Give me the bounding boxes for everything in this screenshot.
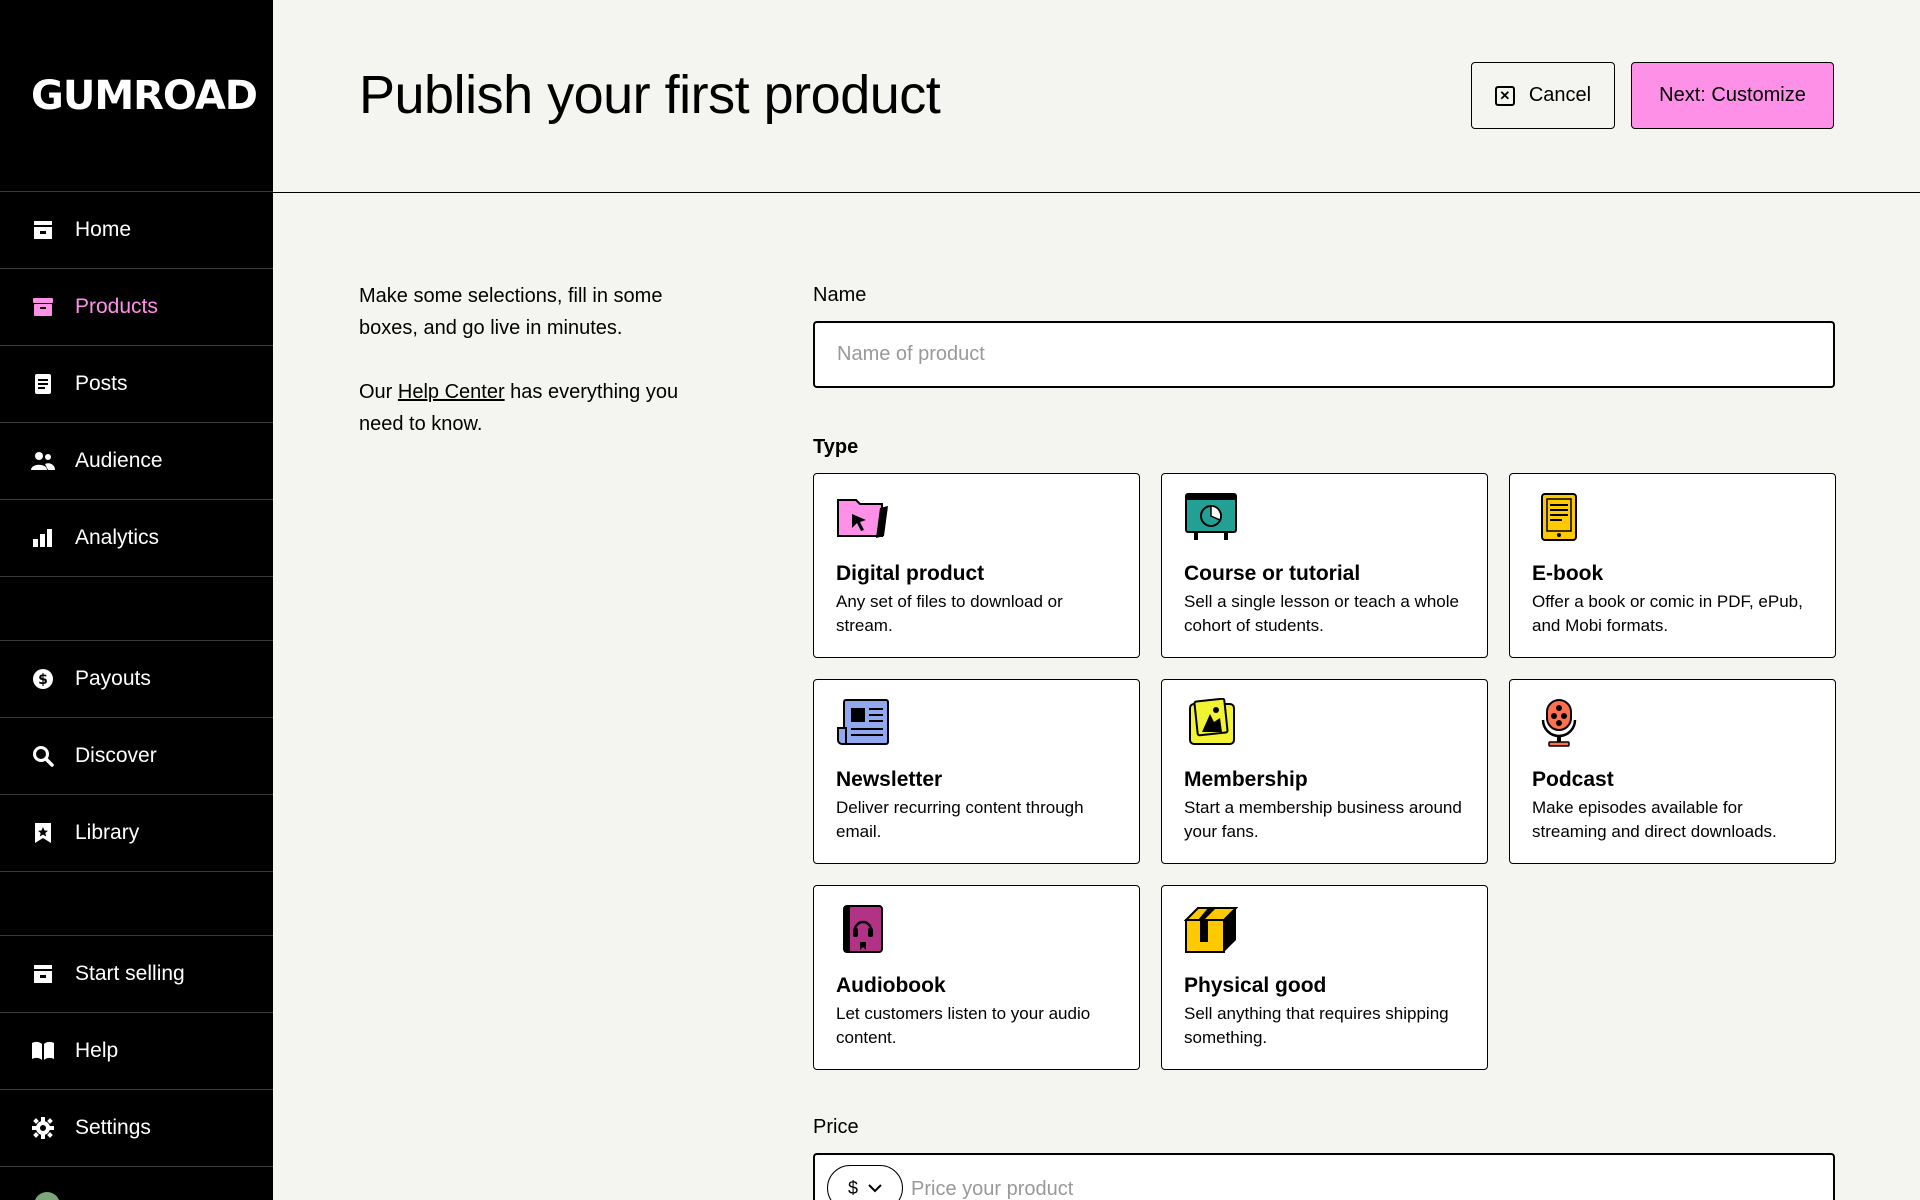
type-card-title: E-book <box>1532 562 1604 585</box>
sidebar-item-label: Payouts <box>75 667 151 690</box>
type-card-description: Sell a single lesson or teach a whole co… <box>1184 592 1459 635</box>
sidebar-item-payouts[interactable]: $ Payouts <box>0 641 273 718</box>
sidebar: GUMROAD Home Products Posts Audience Ana… <box>0 0 273 1200</box>
type-card-course[interactable]: Course or tutorial Sell a single lesson … <box>1161 473 1488 658</box>
sidebar-item-label: Help <box>75 1039 119 1062</box>
sidebar-item-label: Posts <box>75 372 128 395</box>
type-card-title: Course or tutorial <box>1184 562 1361 585</box>
sidebar-item-posts[interactable]: Posts <box>0 346 273 423</box>
intro-help-paragraph: Our Help Center has everything you need … <box>359 376 719 440</box>
intro-text-before: Our <box>359 381 398 403</box>
currency-value: $ <box>847 1177 858 1198</box>
svg-text:$: $ <box>38 672 48 688</box>
next-label: Next: Customize <box>1659 84 1806 106</box>
type-card-description: Make episodes available for streaming an… <box>1532 798 1777 841</box>
type-label: Type <box>813 436 859 458</box>
sidebar-item-label: Home <box>75 218 132 241</box>
sidebar-item-discover[interactable]: Discover <box>0 718 273 795</box>
sidebar-item-analytics[interactable]: Analytics <box>0 500 273 577</box>
sidebar-item-settings[interactable]: Settings <box>0 1090 273 1167</box>
ebook-icon <box>1532 492 1586 542</box>
store-icon <box>31 962 55 986</box>
sidebar-item-help[interactable]: Help <box>0 1013 273 1090</box>
avatar[interactable] <box>34 1192 60 1200</box>
store-icon <box>31 218 55 242</box>
type-card-ebook[interactable]: E-book Offer a book or comic in PDF, ePu… <box>1509 473 1836 658</box>
next-customize-button[interactable]: Next: Customize <box>1631 62 1834 129</box>
audiobook-icon <box>836 904 890 954</box>
sidebar-item-label: Products <box>75 295 158 318</box>
product-name-input[interactable] <box>813 321 1835 388</box>
logo-text: GUMROAD <box>31 72 258 119</box>
type-card-title: Podcast <box>1532 768 1614 791</box>
type-card-description: Any set of files to download or stream. <box>836 592 1063 635</box>
sidebar-item-label: Start selling <box>75 962 185 985</box>
type-card-title: Membership <box>1184 768 1308 791</box>
type-card-description: Start a membership business around your … <box>1184 798 1462 841</box>
intro-text: Make some selections, fill in some boxes… <box>359 280 719 440</box>
price-label: Price <box>813 1116 859 1138</box>
type-card-description: Offer a book or comic in PDF, ePub, and … <box>1532 592 1803 635</box>
type-card-podcast[interactable]: Podcast Make episodes available for stre… <box>1509 679 1836 864</box>
podcast-icon <box>1532 698 1586 748</box>
type-card-title: Newsletter <box>836 768 943 791</box>
gear-icon <box>31 1116 55 1140</box>
sidebar-item-products[interactable]: Products <box>0 269 273 346</box>
help-center-link[interactable]: Help Center <box>398 381 505 403</box>
sidebar-item-label: Discover <box>75 744 157 767</box>
cancel-label: Cancel <box>1528 84 1592 106</box>
page-title: Publish your first product <box>359 65 941 125</box>
type-card-description: Sell anything that requires shipping som… <box>1184 1004 1449 1047</box>
sidebar-spacer <box>0 872 273 936</box>
bookmark-icon <box>31 821 55 845</box>
sidebar-item-library[interactable]: Library <box>0 795 273 872</box>
sidebar-item-start-selling[interactable]: Start selling <box>0 936 273 1013</box>
document-icon <box>31 372 55 396</box>
type-card-digital-product[interactable]: Digital product Any set of files to down… <box>813 473 1140 658</box>
type-card-description: Let customers listen to your audio conte… <box>836 1004 1091 1047</box>
currency-select[interactable]: $ <box>827 1165 903 1200</box>
people-icon <box>31 449 55 473</box>
type-card-membership[interactable]: Membership Start a membership business a… <box>1161 679 1488 864</box>
type-card-title: Audiobook <box>836 974 946 997</box>
archive-icon <box>31 295 55 319</box>
search-icon <box>31 744 55 768</box>
sidebar-item-label: Library <box>75 821 140 844</box>
type-card-title: Digital product <box>836 562 985 585</box>
close-icon: ✕ <box>1494 85 1515 106</box>
dollar-icon: $ <box>31 667 55 691</box>
book-icon <box>31 1039 55 1063</box>
sidebar-item-label: Analytics <box>75 526 160 549</box>
name-label: Name <box>813 284 867 306</box>
sidebar-item-label: Audience <box>75 449 163 472</box>
type-card-description: Deliver recurring content through email. <box>836 798 1084 841</box>
chevron-down-icon <box>868 1180 882 1196</box>
physical-good-icon <box>1183 904 1239 954</box>
type-card-title: Physical good <box>1184 974 1327 997</box>
sidebar-item-home[interactable]: Home <box>0 192 273 269</box>
course-icon <box>1184 492 1238 542</box>
type-card-audiobook[interactable]: Audiobook Let customers listen to your a… <box>813 885 1140 1070</box>
bar-chart-icon <box>31 526 55 550</box>
sidebar-item-label: Settings <box>75 1116 151 1139</box>
price-input[interactable] <box>911 1167 1811 1200</box>
cancel-button[interactable]: ✕ Cancel <box>1471 62 1615 129</box>
sidebar-spacer <box>0 577 273 641</box>
intro-paragraph: Make some selections, fill in some boxes… <box>359 285 663 339</box>
logo[interactable]: GUMROAD <box>0 0 273 192</box>
price-field: $ <box>813 1153 1835 1200</box>
type-card-newsletter[interactable]: Newsletter Deliver recurring content thr… <box>813 679 1140 864</box>
newsletter-icon <box>836 698 890 748</box>
type-card-physical-good[interactable]: Physical good Sell anything that require… <box>1161 885 1488 1070</box>
digital-product-icon <box>836 492 890 542</box>
membership-icon <box>1184 697 1238 748</box>
page-header: Publish your first product ✕ Cancel Next… <box>273 0 1920 193</box>
sidebar-item-audience[interactable]: Audience <box>0 423 273 500</box>
